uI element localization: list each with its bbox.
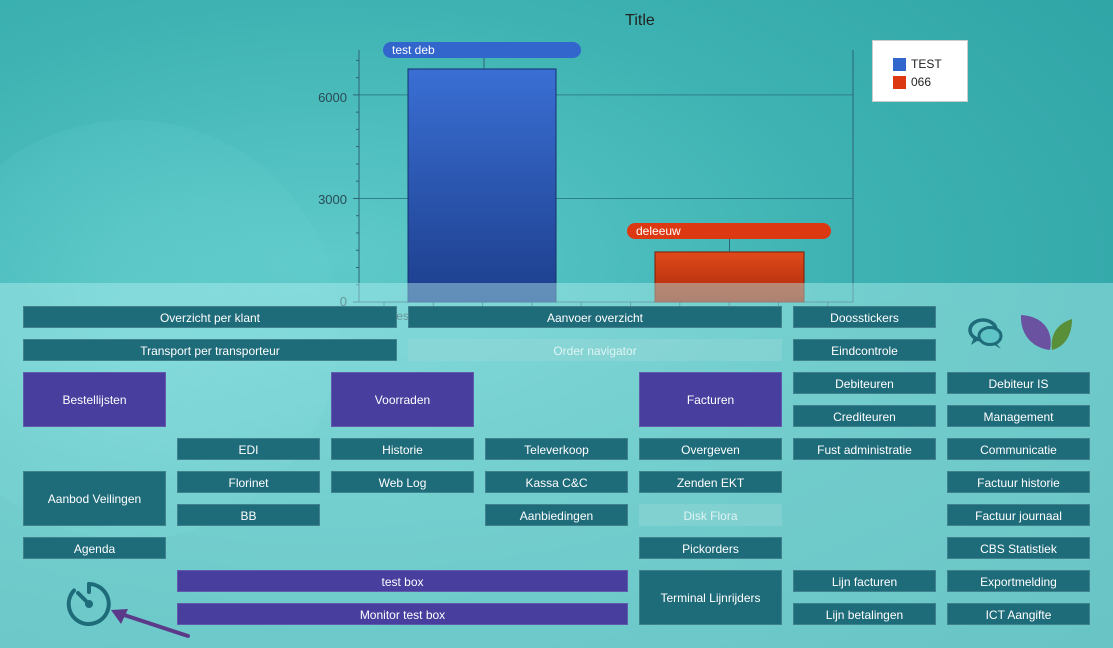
aanbod-veilingen-button[interactable]: Aanbod Veilingen	[23, 471, 166, 526]
aanvoer-overzicht-button[interactable]: Aanvoer overzicht	[408, 306, 782, 328]
lijn-betalingen-button[interactable]: Lijn betalingen	[793, 603, 936, 625]
factuur-historie-button[interactable]: Factuur historie	[947, 471, 1090, 493]
debiteuren-button[interactable]: Debiteuren	[793, 372, 936, 394]
legend-label: TEST	[911, 57, 942, 71]
televerkoop-button[interactable]: Televerkoop	[485, 438, 628, 460]
bestellijsten-button[interactable]: Bestellijsten	[23, 372, 166, 427]
y-tick-label-6000: 6000	[318, 90, 347, 105]
bar-test	[407, 68, 557, 303]
factuur-journaal-button[interactable]: Factuur journaal	[947, 504, 1090, 526]
bb-button[interactable]: BB	[177, 504, 320, 526]
doosstickers-button[interactable]: Doosstickers	[793, 306, 936, 328]
y-minor-ticks	[353, 59, 359, 303]
communicatie-button[interactable]: Communicatie	[947, 438, 1090, 460]
overzicht-per-klant-button[interactable]: Overzicht per klant	[23, 306, 397, 328]
web-log-button[interactable]: Web Log	[331, 471, 474, 493]
chat-bubbles-icon[interactable]	[966, 314, 1006, 354]
florinet-button[interactable]: Florinet	[177, 471, 320, 493]
crediteuren-button[interactable]: Crediteuren	[793, 405, 936, 427]
order-navigator-button[interactable]: Order navigator	[408, 339, 782, 361]
kassa-cc-button[interactable]: Kassa C&C	[485, 471, 628, 493]
legend-label: 066	[911, 75, 932, 89]
y-tick-label-3000: 3000	[318, 192, 347, 207]
facturen-button[interactable]: Facturen	[639, 372, 782, 427]
exportmelding-button[interactable]: Exportmelding	[947, 570, 1090, 592]
leaves-logo	[1020, 315, 1072, 350]
monitor-test-box-button[interactable]: Monitor test box	[177, 603, 628, 625]
timer-icon[interactable]	[64, 579, 114, 629]
cbs-statistiek-button[interactable]: CBS Statistiek	[947, 537, 1090, 559]
series2-data-label: deleeuw	[627, 223, 831, 239]
chart-legend: TEST 066	[872, 40, 968, 102]
voorraden-button[interactable]: Voorraden	[331, 372, 474, 427]
test-box-button[interactable]: test box	[177, 570, 628, 592]
fust-administratie-button[interactable]: Fust administratie	[793, 438, 936, 460]
disk-flora-button[interactable]: Disk Flora	[639, 504, 782, 526]
lijn-facturen-button[interactable]: Lijn facturen	[793, 570, 936, 592]
debiteur-is-button[interactable]: Debiteur IS	[947, 372, 1090, 394]
management-button[interactable]: Management	[947, 405, 1090, 427]
legend-swatch	[893, 57, 906, 71]
transport-per-transporteur-button[interactable]: Transport per transporteur	[23, 339, 397, 361]
legend-item-test: TEST	[893, 55, 967, 73]
ict-aangifte-button[interactable]: ICT Aangifte	[947, 603, 1090, 625]
agenda-button[interactable]: Agenda	[23, 537, 166, 559]
aanbiedingen-button[interactable]: Aanbiedingen	[485, 504, 628, 526]
eindcontrole-button[interactable]: Eindcontrole	[793, 339, 936, 361]
edi-button[interactable]: EDI	[177, 438, 320, 460]
series1-data-label: test deb	[383, 42, 581, 58]
legend-item-066: 066	[893, 73, 967, 91]
legend-swatch	[893, 75, 906, 89]
historie-button[interactable]: Historie	[331, 438, 474, 460]
arrow-icon	[111, 609, 190, 638]
chart-bars	[407, 68, 805, 303]
overgeven-button[interactable]: Overgeven	[639, 438, 782, 460]
menu-panel	[0, 283, 1113, 648]
zenden-ekt-button[interactable]: Zenden EKT	[639, 471, 782, 493]
terminal-lijnrijders-button[interactable]: Terminal Lijnrijders	[639, 570, 782, 625]
pickorders-button[interactable]: Pickorders	[639, 537, 782, 559]
